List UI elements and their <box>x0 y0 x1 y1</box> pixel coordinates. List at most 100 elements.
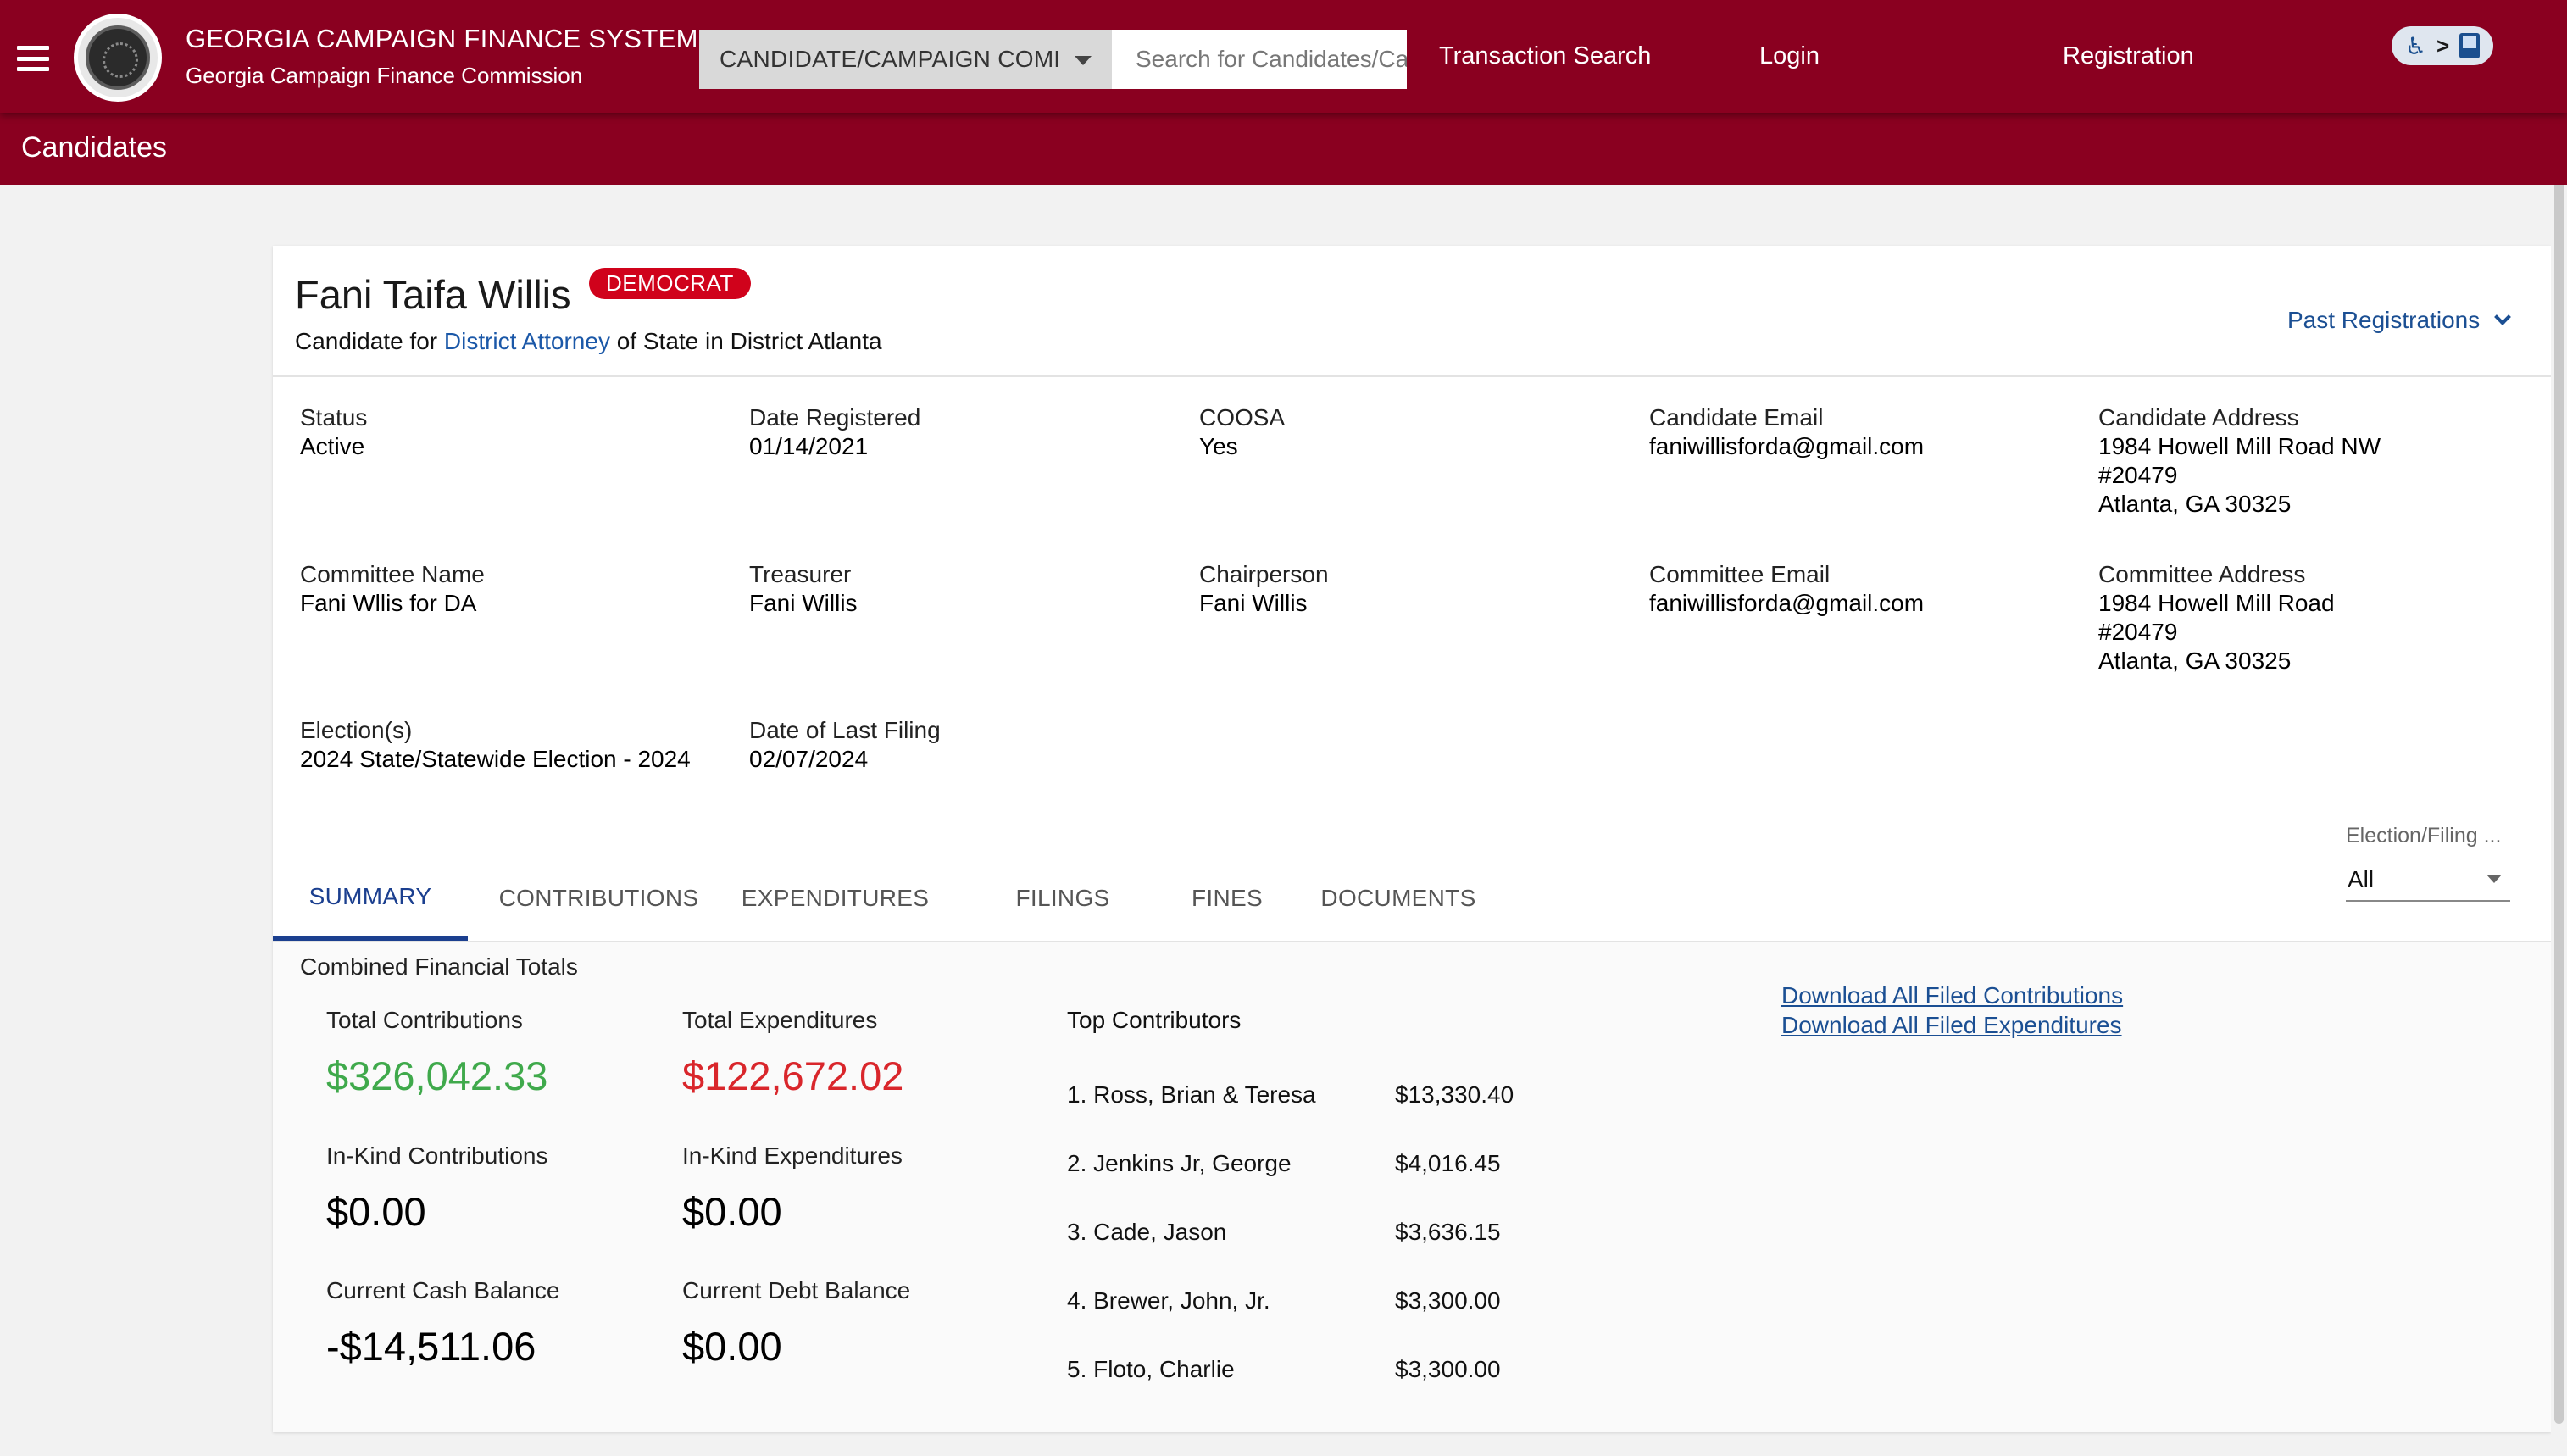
candidate-email-value: faniwillisforda@gmail.com <box>1649 433 1925 459</box>
date-registered-value: 01/14/2021 <box>749 433 869 459</box>
last-filing-value: 02/07/2024 <box>749 746 869 772</box>
chairperson-field: Chairperson Fani Willis <box>1199 560 1329 618</box>
contributor-name: 3. Cade, Jason <box>1067 1219 1227 1245</box>
inkind-contributions-value: $0.00 <box>326 1189 426 1234</box>
tab-contributions[interactable]: CONTRIBUTIONS <box>486 856 711 941</box>
cash-balance-value: -$14,511.06 <box>326 1324 536 1369</box>
download-contributions-link[interactable]: Download All Filed Contributions <box>1781 982 2123 1009</box>
total-expenditures-label: Total Expenditures <box>682 1007 878 1033</box>
inkind-expenditures-label: In-Kind Expenditures <box>682 1142 903 1169</box>
inkind-expenditures-value: $0.00 <box>682 1189 782 1234</box>
treasurer-label: Treasurer <box>749 561 852 587</box>
committee-name-field: Committee Name Fani Wllis for DA <box>300 560 485 618</box>
status-label: Status <box>300 404 368 431</box>
candidate-description: Candidate for District Attorney of State… <box>295 328 882 355</box>
contributor-amount: $3,300.00 <box>1395 1287 1501 1314</box>
search-category-select[interactable]: CANDIDATE/CAMPAIGN COMM <box>699 30 1112 89</box>
status-field: Status Active <box>300 403 367 461</box>
past-registrations-toggle[interactable]: Past Registrations <box>2287 307 2512 334</box>
debt-balance-value: $0.00 <box>682 1324 782 1369</box>
contributor-name: 5. Floto, Charlie <box>1067 1356 1235 1382</box>
total-contributions-label: Total Contributions <box>326 1007 523 1033</box>
candidate-address-label: Candidate Address <box>2098 404 2299 431</box>
office-link[interactable]: District Attorney <box>444 328 610 354</box>
tab-expenditures[interactable]: EXPENDITURES <box>736 856 935 941</box>
treasurer-value: Fani Willis <box>749 590 858 616</box>
past-registrations-label: Past Registrations <box>2287 307 2481 333</box>
desc-suffix: of State in District Atlanta <box>616 328 882 354</box>
state-seal-logo[interactable] <box>74 14 162 102</box>
contributor-amount: $3,636.15 <box>1395 1219 1501 1245</box>
candidate-address-field: Candidate Address 1984 Howell Mill Road … <box>2098 403 2381 519</box>
contributor-amount: $13,330.40 <box>1395 1081 1514 1108</box>
page-title: Candidates <box>21 131 168 164</box>
committee-name-label: Committee Name <box>300 561 485 587</box>
top-app-bar: GEORGIA CAMPAIGN FINANCE SYSTEM Georgia … <box>0 0 2567 113</box>
candidate-address-line3: Atlanta, GA 30325 <box>2098 491 2292 517</box>
tab-filings[interactable]: FILINGS <box>1003 856 1122 941</box>
last-filing-label: Date of Last Filing <box>749 717 941 743</box>
download-expenditures-link[interactable]: Download All Filed Expenditures <box>1781 1012 2122 1039</box>
tab-fines[interactable]: FINES <box>1181 856 1274 941</box>
candidate-address-line2: #20479 <box>2098 462 2178 488</box>
coosa-field: COOSA Yes <box>1199 403 1285 461</box>
nav-login[interactable]: Login <box>1759 42 1820 70</box>
header-divider <box>273 375 2551 377</box>
chevron-down-icon <box>2494 308 2512 325</box>
hamburger-menu-icon[interactable] <box>17 46 49 71</box>
nav-registration[interactable]: Registration <box>2063 42 2194 70</box>
top-contributors-title: Top Contributors <box>1067 1007 1242 1033</box>
total-expenditures-value: $122,672.02 <box>682 1053 904 1098</box>
tab-summary[interactable]: SUMMARY <box>273 856 468 941</box>
committee-email-field: Committee Email faniwillisforda@gmail.co… <box>1649 560 1924 618</box>
contributor-name: 1. Ross, Brian & Teresa <box>1067 1081 1316 1108</box>
accessibility-toggle-icon[interactable]: ♿ > <box>2392 26 2493 65</box>
election-filter-label: Election/Filing ... <box>2346 824 2502 847</box>
committee-email-value: faniwillisforda@gmail.com <box>1649 590 1925 616</box>
committee-address-line3: Atlanta, GA 30325 <box>2098 647 2292 674</box>
inkind-contributions-label: In-Kind Contributions <box>326 1142 548 1169</box>
elections-field: Election(s) 2024 State/Statewide Electio… <box>300 716 691 774</box>
committee-name-value: Fani Wllis for DA <box>300 590 477 616</box>
nav-transaction-search[interactable]: Transaction Search <box>1439 42 1651 70</box>
total-contributions-value: $326,042.33 <box>326 1053 548 1098</box>
toggle-arrow: > <box>2436 32 2450 58</box>
search-input[interactable] <box>1112 30 1407 89</box>
scrollbar-thumb[interactable] <box>2554 119 2564 1424</box>
candidate-address-line1: 1984 Howell Mill Road NW <box>2098 433 2381 459</box>
candidate-email-label: Candidate Email <box>1649 404 1824 431</box>
combined-totals-title: Combined Financial Totals <box>300 953 578 980</box>
committee-email-label: Committee Email <box>1649 561 1831 587</box>
date-registered-label: Date Registered <box>749 404 921 431</box>
search-category-value: CANDIDATE/CAMPAIGN COMM <box>720 46 1058 72</box>
cash-balance-label: Current Cash Balance <box>326 1277 560 1303</box>
date-registered-field: Date Registered 01/14/2021 <box>749 403 920 461</box>
contributor-name: 4. Brewer, John, Jr. <box>1067 1287 1270 1314</box>
party-badge: DEMOCRAT <box>589 268 751 299</box>
dropdown-caret-icon <box>1075 56 1092 65</box>
debt-balance-label: Current Debt Balance <box>682 1277 911 1303</box>
last-filing-field: Date of Last Filing 02/07/2024 <box>749 716 941 774</box>
site-title: GEORGIA CAMPAIGN FINANCE SYSTEM <box>186 24 698 53</box>
contributor-amount: $3,300.00 <box>1395 1356 1501 1382</box>
site-subtitle: Georgia Campaign Finance Commission <box>186 63 583 88</box>
desc-prefix: Candidate for <box>295 328 438 354</box>
contributor-amount: $4,016.45 <box>1395 1150 1501 1176</box>
committee-address-line2: #20479 <box>2098 619 2178 645</box>
committee-address-label: Committee Address <box>2098 561 2306 587</box>
screen-reader-icon <box>2459 33 2481 58</box>
status-value: Active <box>300 433 365 459</box>
coosa-label: COOSA <box>1199 404 1286 431</box>
contributor-name: 2. Jenkins Jr, George <box>1067 1150 1292 1176</box>
chairperson-value: Fani Willis <box>1199 590 1308 616</box>
coosa-value: Yes <box>1199 433 1238 459</box>
candidate-name: Fani Taifa Willis <box>295 272 571 317</box>
treasurer-field: Treasurer Fani Willis <box>749 560 858 618</box>
page-header-bar: Candidates <box>0 113 2567 185</box>
candidate-email-field: Candidate Email faniwillisforda@gmail.co… <box>1649 403 1924 461</box>
committee-address-line1: 1984 Howell Mill Road <box>2098 590 2335 616</box>
committee-address-field: Committee Address 1984 Howell Mill Road … <box>2098 560 2335 675</box>
tab-documents[interactable]: DOCUMENTS <box>1314 856 1483 941</box>
tab-bar: SUMMARY CONTRIBUTIONS EXPENDITURES FILIN… <box>273 856 2551 942</box>
wheelchair-icon: ♿ <box>2404 32 2427 59</box>
